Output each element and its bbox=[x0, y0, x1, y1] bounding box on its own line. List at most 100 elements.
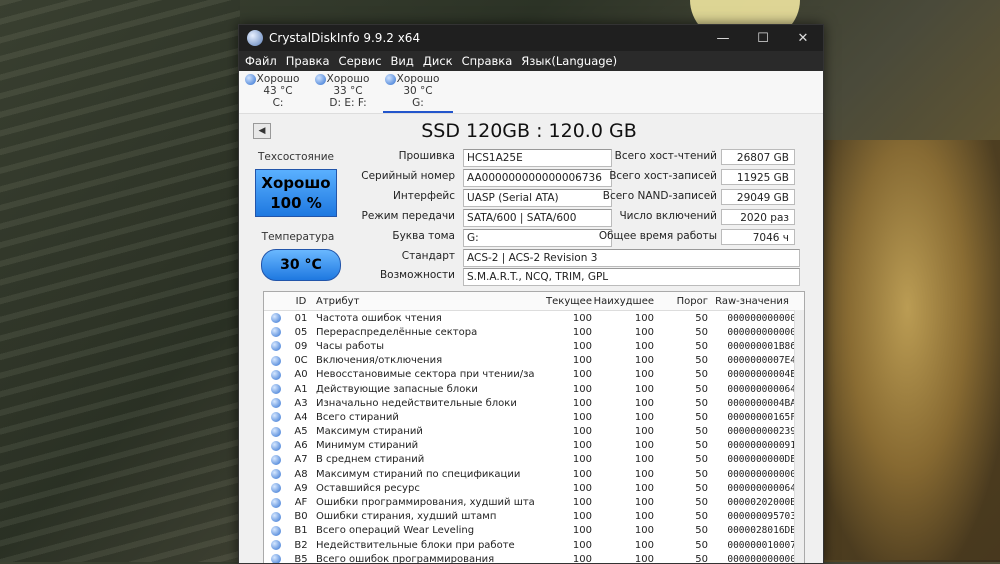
table-row[interactable]: B0 Ошибки стирания, худший штамп 100 100 50 0… bbox=[264, 510, 804, 524]
menu-disk[interactable]: Диск bbox=[423, 54, 453, 68]
table-row[interactable]: A6 Минимум стираний 100 100 50 000000000091 bbox=[264, 439, 804, 453]
attr-id: A8 bbox=[294, 468, 308, 480]
header-worst[interactable]: Наихудшее bbox=[592, 296, 654, 307]
table-row[interactable]: B2 Недействительные блоки при работе 100 10… bbox=[264, 538, 804, 552]
attr-worst: 100 bbox=[634, 326, 654, 338]
stat-value: 2020 раз bbox=[721, 209, 795, 225]
table-row[interactable]: B5 Всего ошибок программирования 100 100 50 0… bbox=[264, 552, 804, 564]
app-disk-icon bbox=[247, 30, 263, 46]
attr-worst: 100 bbox=[634, 340, 654, 352]
drive-tab-g[interactable]: Хорошо 30 °C G: bbox=[383, 71, 453, 113]
volume-letter-value: G: bbox=[463, 229, 612, 247]
maximize-icon[interactable]: ☐ bbox=[743, 31, 783, 46]
attr-id: B1 bbox=[294, 525, 308, 537]
status-good-icon bbox=[271, 497, 281, 508]
status-good-icon bbox=[271, 313, 281, 324]
attr-name: Минимум стираний bbox=[316, 440, 419, 452]
table-row[interactable]: A4 Всего стираний 100 100 50 00000000165F bbox=[264, 410, 804, 424]
table-row[interactable]: 01 Частота ошибок чтения 100 100 50 000000000… bbox=[264, 311, 804, 325]
table-row[interactable]: 0C Включения/отключения 100 100 50 0000000007… bbox=[264, 354, 804, 368]
attr-id: B0 bbox=[294, 511, 308, 523]
menu-edit[interactable]: Правка bbox=[286, 54, 330, 68]
smart-attributes-table[interactable]: ID Атрибут Текущее Наихудшее Порог Raw-з… bbox=[263, 291, 805, 564]
table-row[interactable]: B1 Всего операций Wear Leveling 100 100 50 00… bbox=[264, 524, 804, 538]
field-label: Интерфейс bbox=[393, 190, 455, 202]
attr-threshold: 50 bbox=[695, 525, 708, 537]
menu-help[interactable]: Справка bbox=[462, 54, 513, 68]
header-attribute[interactable]: Атрибут bbox=[314, 296, 534, 307]
title-bar[interactable]: CrystalDiskInfo 9.9.2 x64 — ☐ ✕ bbox=[239, 25, 823, 51]
attr-worst: 100 bbox=[634, 369, 654, 381]
attr-current: 100 bbox=[572, 525, 592, 537]
table-row[interactable]: 05 Перераспределённые сектора 100 100 50 0000… bbox=[264, 325, 804, 339]
firmware-value: HCS1A25E bbox=[463, 149, 612, 167]
attr-current: 100 bbox=[572, 411, 592, 423]
attr-worst: 100 bbox=[634, 482, 654, 494]
attr-name: Ошибки программирования, худший шта... bbox=[316, 497, 534, 509]
table-row[interactable]: A7 В среднем стираний 100 100 50 0000000000DE bbox=[264, 453, 804, 467]
header-threshold[interactable]: Порог bbox=[654, 296, 708, 307]
status-good-icon bbox=[271, 540, 281, 551]
table-row[interactable]: A1 Действующие запасные блоки 100 100 50 0000… bbox=[264, 382, 804, 396]
previous-disk-button[interactable]: ◀ bbox=[253, 123, 271, 139]
table-row[interactable]: 09 Часы работы 100 100 50 000000001B86 bbox=[264, 339, 804, 353]
status-good-icon bbox=[271, 327, 281, 338]
attr-threshold: 50 bbox=[695, 482, 708, 494]
stat-value: 29049 GB bbox=[721, 189, 795, 205]
table-body: 01 Частота ошибок чтения 100 100 50 000000000… bbox=[264, 311, 804, 564]
attr-id: B2 bbox=[294, 539, 308, 551]
drive-temp: 30 °C bbox=[403, 85, 433, 97]
stat-value: 26807 GB bbox=[721, 149, 795, 165]
attr-raw: 000000001B86 bbox=[727, 340, 796, 352]
table-row[interactable]: AF Ошибки программирования, худший шта...… bbox=[264, 495, 804, 509]
attr-name: Невосстановимые сектора при чтении/за... bbox=[316, 369, 534, 381]
header-current[interactable]: Текущее bbox=[534, 296, 592, 307]
attr-threshold: 50 bbox=[695, 312, 708, 324]
drive-tab-c[interactable]: Хорошо 43 °C C: bbox=[243, 71, 313, 113]
health-status: Хорошо bbox=[261, 174, 331, 192]
attr-current: 100 bbox=[572, 539, 592, 551]
table-row[interactable]: A5 Максимум стираний 100 100 50 000000000239 bbox=[264, 425, 804, 439]
field-label: Прошивка bbox=[398, 150, 455, 162]
drive-tab-def[interactable]: Хорошо 33 °C D: E: F: bbox=[313, 71, 383, 113]
attr-current: 100 bbox=[572, 426, 592, 438]
attr-current: 100 bbox=[572, 511, 592, 523]
attr-id: A4 bbox=[294, 411, 308, 423]
menu-file[interactable]: Файл bbox=[245, 54, 277, 68]
status-good-icon bbox=[315, 74, 326, 85]
stat-value: 11925 GB bbox=[721, 169, 795, 185]
stat-label: Всего хост-чтений bbox=[614, 150, 717, 162]
field-label: Возможности bbox=[379, 269, 455, 281]
attr-threshold: 50 bbox=[695, 397, 708, 409]
attr-worst: 100 bbox=[634, 426, 654, 438]
attr-worst: 100 bbox=[634, 355, 654, 367]
table-row[interactable]: A9 Оставшийся ресурс 100 100 50 000000000064 bbox=[264, 481, 804, 495]
attr-threshold: 50 bbox=[695, 539, 708, 551]
header-id[interactable]: ID bbox=[288, 296, 314, 307]
attr-worst: 100 bbox=[634, 383, 654, 395]
temperature-value: 30 °C bbox=[280, 257, 322, 273]
health-percent: 100 % bbox=[270, 194, 322, 212]
table-row[interactable]: A0 Невосстановимые сектора при чтении/за.… bbox=[264, 368, 804, 382]
minimize-icon[interactable]: — bbox=[703, 31, 743, 46]
attr-threshold: 50 bbox=[695, 355, 708, 367]
attr-name: Всего операций Wear Leveling bbox=[316, 525, 475, 537]
attr-raw: 000000000064 bbox=[727, 383, 796, 395]
table-scrollbar[interactable] bbox=[794, 310, 804, 563]
close-icon[interactable]: ✕ bbox=[783, 31, 823, 46]
attr-worst: 100 bbox=[634, 497, 654, 509]
attr-name: Максимум стираний по спецификации bbox=[316, 468, 521, 480]
attr-current: 100 bbox=[572, 553, 592, 564]
table-row[interactable]: A3 Изначально недействительные блоки 100 10… bbox=[264, 396, 804, 410]
attr-raw: 00000000165F bbox=[727, 411, 796, 423]
status-good-icon bbox=[271, 384, 281, 395]
menu-language[interactable]: Язык(Language) bbox=[521, 54, 617, 68]
attr-current: 100 bbox=[572, 440, 592, 452]
status-good-icon bbox=[271, 412, 281, 423]
menu-service[interactable]: Сервис bbox=[339, 54, 382, 68]
header-raw[interactable]: Raw-значения bbox=[708, 296, 796, 307]
attr-threshold: 50 bbox=[695, 497, 708, 509]
menu-view[interactable]: Вид bbox=[391, 54, 414, 68]
attr-id: A6 bbox=[294, 440, 308, 452]
table-row[interactable]: A8 Максимум стираний по спецификации 100 10… bbox=[264, 467, 804, 481]
